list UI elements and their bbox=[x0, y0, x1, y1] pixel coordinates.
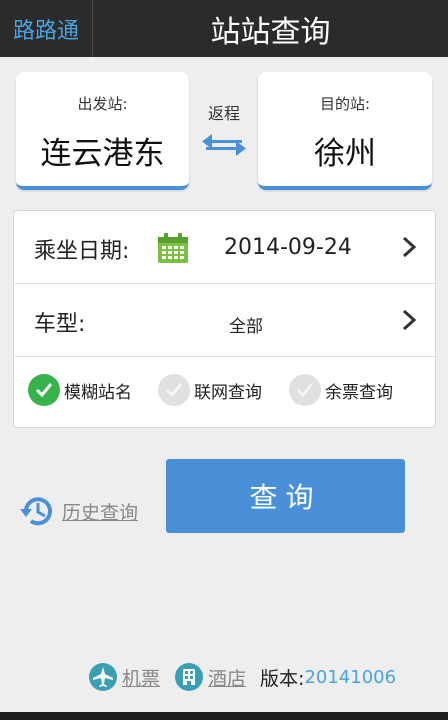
version-label: 版本: bbox=[260, 667, 305, 690]
query-button[interactable]: 查询 bbox=[166, 459, 405, 533]
history-label: 历史查询 bbox=[62, 501, 139, 524]
unchecked-icon bbox=[158, 374, 190, 406]
departure-label: 出发站: bbox=[77, 95, 128, 113]
remaining-tickets-checkbox[interactable]: 余票查询 bbox=[289, 374, 393, 406]
app-brand[interactable]: 路路通 bbox=[0, 0, 93, 57]
top-bar: 路路通 站站查询 bbox=[0, 0, 448, 57]
option-label: 余票查询 bbox=[325, 382, 393, 403]
train-type-label: 车型: bbox=[34, 312, 86, 337]
destination-station-card[interactable]: 目的站: 徐州 bbox=[258, 72, 432, 190]
options-row: 模糊站名 联网查询 余票查询 bbox=[14, 357, 435, 427]
airplane-icon bbox=[89, 663, 117, 691]
check-icon bbox=[28, 374, 60, 406]
date-row[interactable]: 乘坐日期: 2014-09-24 bbox=[14, 211, 435, 284]
swap-stations-button[interactable]: 返程 bbox=[190, 100, 258, 162]
train-type-value: 全部 bbox=[229, 317, 263, 337]
version-value: 20141006 bbox=[304, 666, 397, 688]
flight-link[interactable]: 机票 bbox=[88, 662, 160, 692]
departure-station-card[interactable]: 出发站: 连云港东 bbox=[16, 72, 189, 190]
calendar-icon bbox=[158, 233, 188, 263]
history-clock-icon bbox=[20, 497, 52, 526]
swap-arrows-icon bbox=[202, 134, 246, 156]
option-label: 模糊站名 bbox=[64, 382, 132, 403]
unchecked-icon bbox=[289, 374, 321, 406]
online-query-checkbox[interactable]: 联网查询 bbox=[158, 374, 262, 406]
page-title: 站站查询 bbox=[210, 14, 331, 50]
query-options-panel: 乘坐日期: 2014-09-24 车型: 全部 模糊站名 联网查询 余票查询 bbox=[13, 210, 436, 428]
chevron-right-icon bbox=[402, 309, 417, 331]
hotel-link[interactable]: 酒店 bbox=[174, 662, 246, 692]
flight-label: 机票 bbox=[122, 667, 161, 690]
destination-station: 徐州 bbox=[314, 136, 376, 172]
system-bar bbox=[0, 712, 448, 720]
swap-label: 返程 bbox=[207, 104, 240, 123]
footer: 机票 酒店 版本: 20141006 bbox=[88, 662, 396, 692]
fuzzy-station-checkbox[interactable]: 模糊站名 bbox=[28, 374, 132, 406]
chevron-right-icon bbox=[402, 236, 417, 258]
destination-label: 目的站: bbox=[319, 95, 371, 113]
hotel-icon bbox=[175, 663, 204, 691]
train-type-row[interactable]: 车型: 全部 bbox=[14, 284, 435, 357]
hotel-label: 酒店 bbox=[208, 667, 247, 690]
date-label: 乘坐日期: bbox=[34, 239, 130, 264]
option-label: 联网查询 bbox=[194, 382, 262, 403]
departure-station: 连云港东 bbox=[40, 136, 165, 172]
history-link[interactable]: 历史查询 bbox=[18, 492, 138, 530]
travel-date: 2014-09-24 bbox=[224, 235, 352, 260]
